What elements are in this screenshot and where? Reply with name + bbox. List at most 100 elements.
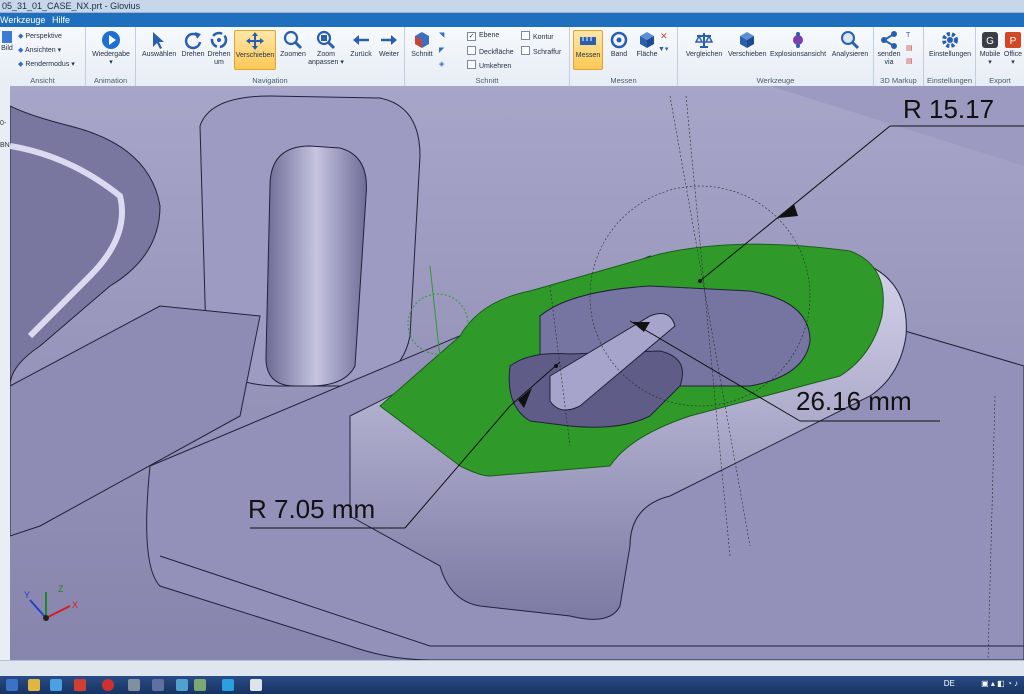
zoomen-button[interactable]: Zoomen <box>278 30 308 59</box>
ansichten-button[interactable]: ◆ Ansichten ▾ <box>18 46 61 56</box>
app-icon-6[interactable] <box>194 679 206 691</box>
close-measure-icon[interactable]: ✕ <box>660 31 668 41</box>
dim-label-distance[interactable]: 26.16 mm <box>796 386 912 417</box>
explosionsansicht-button[interactable]: Explosionsansicht <box>768 30 828 59</box>
triad-x-label: X <box>72 600 79 610</box>
messen-button[interactable]: Messen <box>573 30 603 70</box>
app-icon-3[interactable] <box>128 679 140 691</box>
scale-icon <box>694 33 714 48</box>
section-tool-icon-3[interactable]: ◈ <box>439 60 444 70</box>
app-icon-2[interactable] <box>102 679 114 691</box>
section-icon <box>415 32 429 48</box>
app-icon-1[interactable] <box>74 679 86 691</box>
triad-y-label: Y <box>24 590 31 600</box>
text-markup-icon[interactable]: T <box>906 31 910 41</box>
svg-text:P: P <box>1010 36 1017 47</box>
menu-werkzeuge[interactable]: Werkzeuge <box>0 13 45 27</box>
3d-viewport[interactable]: R 15.17 26.16 mm R 7.05 mm Z X Y <box>10 86 1024 660</box>
schraffur-checkbox[interactable]: Schraffur <box>521 46 561 58</box>
analyze-icon <box>841 31 860 50</box>
note-icon[interactable]: ▤ <box>906 44 913 54</box>
kontur-box <box>521 31 530 40</box>
group-export: G Mobile ▾ P Office ▾ Export <box>976 27 1024 86</box>
drehen-label: Drehen <box>181 51 205 58</box>
rotate-icon <box>184 32 202 50</box>
schraffur-box <box>521 46 530 55</box>
einstellungen-button[interactable]: Einstellungen <box>926 30 974 59</box>
vergleichen-button[interactable]: Vergleichen <box>682 30 726 59</box>
bild-button[interactable]: Bild <box>0 30 14 53</box>
auswaehlen-label: Auswählen <box>142 51 177 58</box>
ebene-label: Ebene <box>479 32 500 39</box>
senden-label: senden via <box>877 51 901 66</box>
tray-icons[interactable]: ▣ ▴ ◧ ◔ ♪ <box>981 679 1018 688</box>
office-button[interactable]: P Office ▾ <box>1002 30 1024 67</box>
group-navigation: Auswählen Drehen Drehen um Verschieben Z… <box>136 27 405 86</box>
rendermodus-label: Rendermodus ▾ <box>25 61 75 68</box>
measure-icon <box>580 37 596 45</box>
explorer-icon[interactable] <box>28 679 40 691</box>
group-title-markup: 3D Markup <box>880 76 917 85</box>
section-tool-icon-1[interactable]: ◥ <box>439 31 444 41</box>
window-title: 05_31_01_CASE_NX.prt - Glovius <box>2 1 141 11</box>
group-title-messen: Messen <box>610 76 637 85</box>
kontur-checkbox[interactable]: Kontur <box>521 31 554 43</box>
vergleichen-label: Vergleichen <box>685 51 723 58</box>
einstellungen-label: Einstellungen <box>928 51 972 58</box>
left-strip-text-a: 0- <box>0 120 7 127</box>
mobile-label: Mobile <box>979 51 1001 58</box>
center-point-small-icon <box>554 364 558 368</box>
drehen-um-button[interactable]: Drehen um <box>206 30 232 67</box>
group-einstellungen: Einstellungen Einstellungen <box>924 27 976 86</box>
auswaehlen-button[interactable]: Auswählen <box>142 30 176 59</box>
mobile-button[interactable]: G Mobile ▾ <box>978 30 1002 67</box>
schnitt-button[interactable]: Schnitt <box>407 30 437 59</box>
section-tool-icon-2[interactable]: ◤ <box>439 46 444 56</box>
rendermodus-button[interactable]: ◆ Rendermodus ▾ <box>18 60 75 70</box>
system-tray: DE ▣ ▴ ◧ ◔ ♪ <box>944 679 1018 688</box>
powerpoint-icon: P <box>1005 32 1021 48</box>
zurueck-label: Zurück <box>350 51 372 58</box>
app-icon-5[interactable] <box>176 679 188 691</box>
dim-label-radius-small[interactable]: R 7.05 mm <box>248 494 375 525</box>
language-indicator[interactable]: DE <box>944 679 955 688</box>
verschieben-button[interactable]: Verschieben <box>234 30 276 70</box>
start-icon[interactable] <box>6 679 18 691</box>
deckflaeche-checkbox[interactable]: Deckfläche <box>467 46 514 58</box>
cursor-icon <box>153 32 164 49</box>
zoom-icon <box>283 30 303 50</box>
share-icon <box>881 31 897 49</box>
app-icon-4[interactable] <box>152 679 164 691</box>
note-icon-2[interactable]: ▤ <box>906 57 913 67</box>
taskbar: DE ▣ ▴ ◧ ◔ ♪ <box>0 676 1024 694</box>
zoom-fit-icon <box>316 30 336 50</box>
perspective-icon: ◆ <box>18 33 24 40</box>
skype-icon[interactable] <box>222 679 234 691</box>
messen-label: Messen <box>575 52 601 59</box>
drehen-button[interactable]: Drehen <box>178 30 208 59</box>
analysieren-button[interactable]: Analysieren <box>830 30 870 59</box>
weiter-button[interactable]: Weiter <box>374 30 404 59</box>
arrow-right-icon <box>381 35 397 45</box>
menu-hilfe[interactable]: Hilfe <box>52 13 70 27</box>
band-button[interactable]: Band <box>606 30 632 59</box>
werkzeuge-verschieben-button[interactable]: Verschieben <box>728 30 767 59</box>
wiedergabe-button[interactable]: Wiedergabe ▾ <box>90 30 132 67</box>
analysieren-label: Analysieren <box>831 51 869 58</box>
zoom-anpassen-button[interactable]: Zoom anpassen ▾ <box>308 30 344 67</box>
perspektive-button[interactable]: ◆ Perspektive <box>18 32 62 42</box>
ebene-checkbox[interactable]: ✓ Ebene <box>467 31 499 41</box>
kontur-label: Kontur <box>533 34 554 41</box>
model-canvas[interactable] <box>10 86 1024 660</box>
dim-label-radius-large[interactable]: R 15.17 <box>903 94 994 125</box>
group-title-schnitt: Schnitt <box>475 76 499 85</box>
schnitt-label: Schnitt <box>411 51 433 58</box>
browser-icon[interactable] <box>50 679 62 691</box>
group-title-animation: Animation <box>93 76 128 85</box>
senden-button[interactable]: senden via <box>876 30 902 67</box>
filter-icon[interactable]: ▼▾ <box>658 45 668 55</box>
umkehren-checkbox[interactable]: Umkehren <box>467 60 511 72</box>
zurueck-button[interactable]: Zurück <box>346 30 376 59</box>
explosionsansicht-label: Explosionsansicht <box>769 51 827 58</box>
glovius-taskbar-icon[interactable] <box>250 679 262 691</box>
